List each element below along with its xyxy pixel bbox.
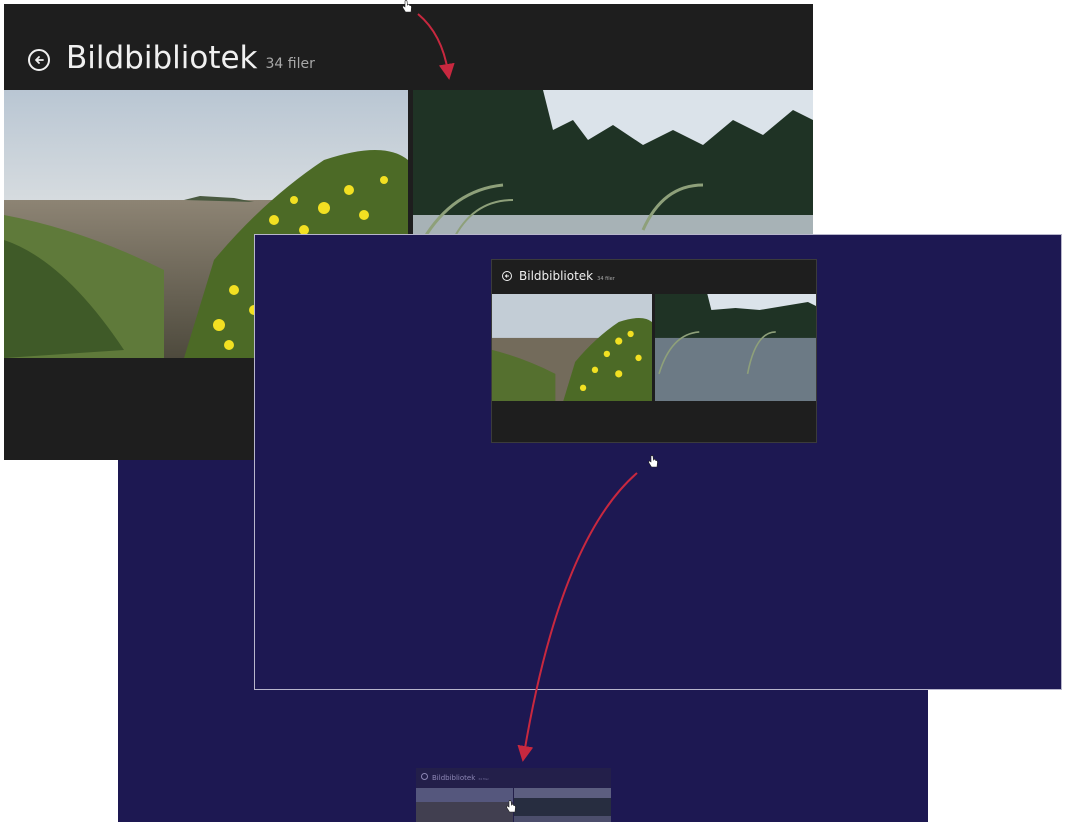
back-icon[interactable]	[421, 773, 428, 780]
photo-meadow[interactable]	[492, 294, 652, 401]
app-window-medium[interactable]: Bildbibliotek 34 filer	[491, 259, 817, 443]
app-title: Bildbibliotek	[66, 40, 258, 76]
hand-cursor-icon	[505, 800, 517, 819]
file-count: 34 filer	[478, 777, 489, 781]
app-title: Bildbibliotek	[432, 774, 476, 782]
hand-cursor-icon	[647, 455, 659, 474]
app-title: Bildbibliotek	[519, 269, 594, 283]
photo-meadow[interactable]	[416, 788, 513, 822]
start-screen-middle: Bildbibliotek 34 filer	[254, 234, 1062, 690]
back-icon[interactable]	[28, 49, 50, 71]
file-count: 34 filer	[265, 56, 315, 72]
hand-cursor-icon	[401, 0, 413, 19]
photo-forest-river[interactable]	[655, 294, 816, 401]
back-icon[interactable]	[502, 271, 512, 281]
file-count: 34 filer	[597, 276, 615, 282]
photo-forest-river[interactable]	[514, 788, 611, 822]
